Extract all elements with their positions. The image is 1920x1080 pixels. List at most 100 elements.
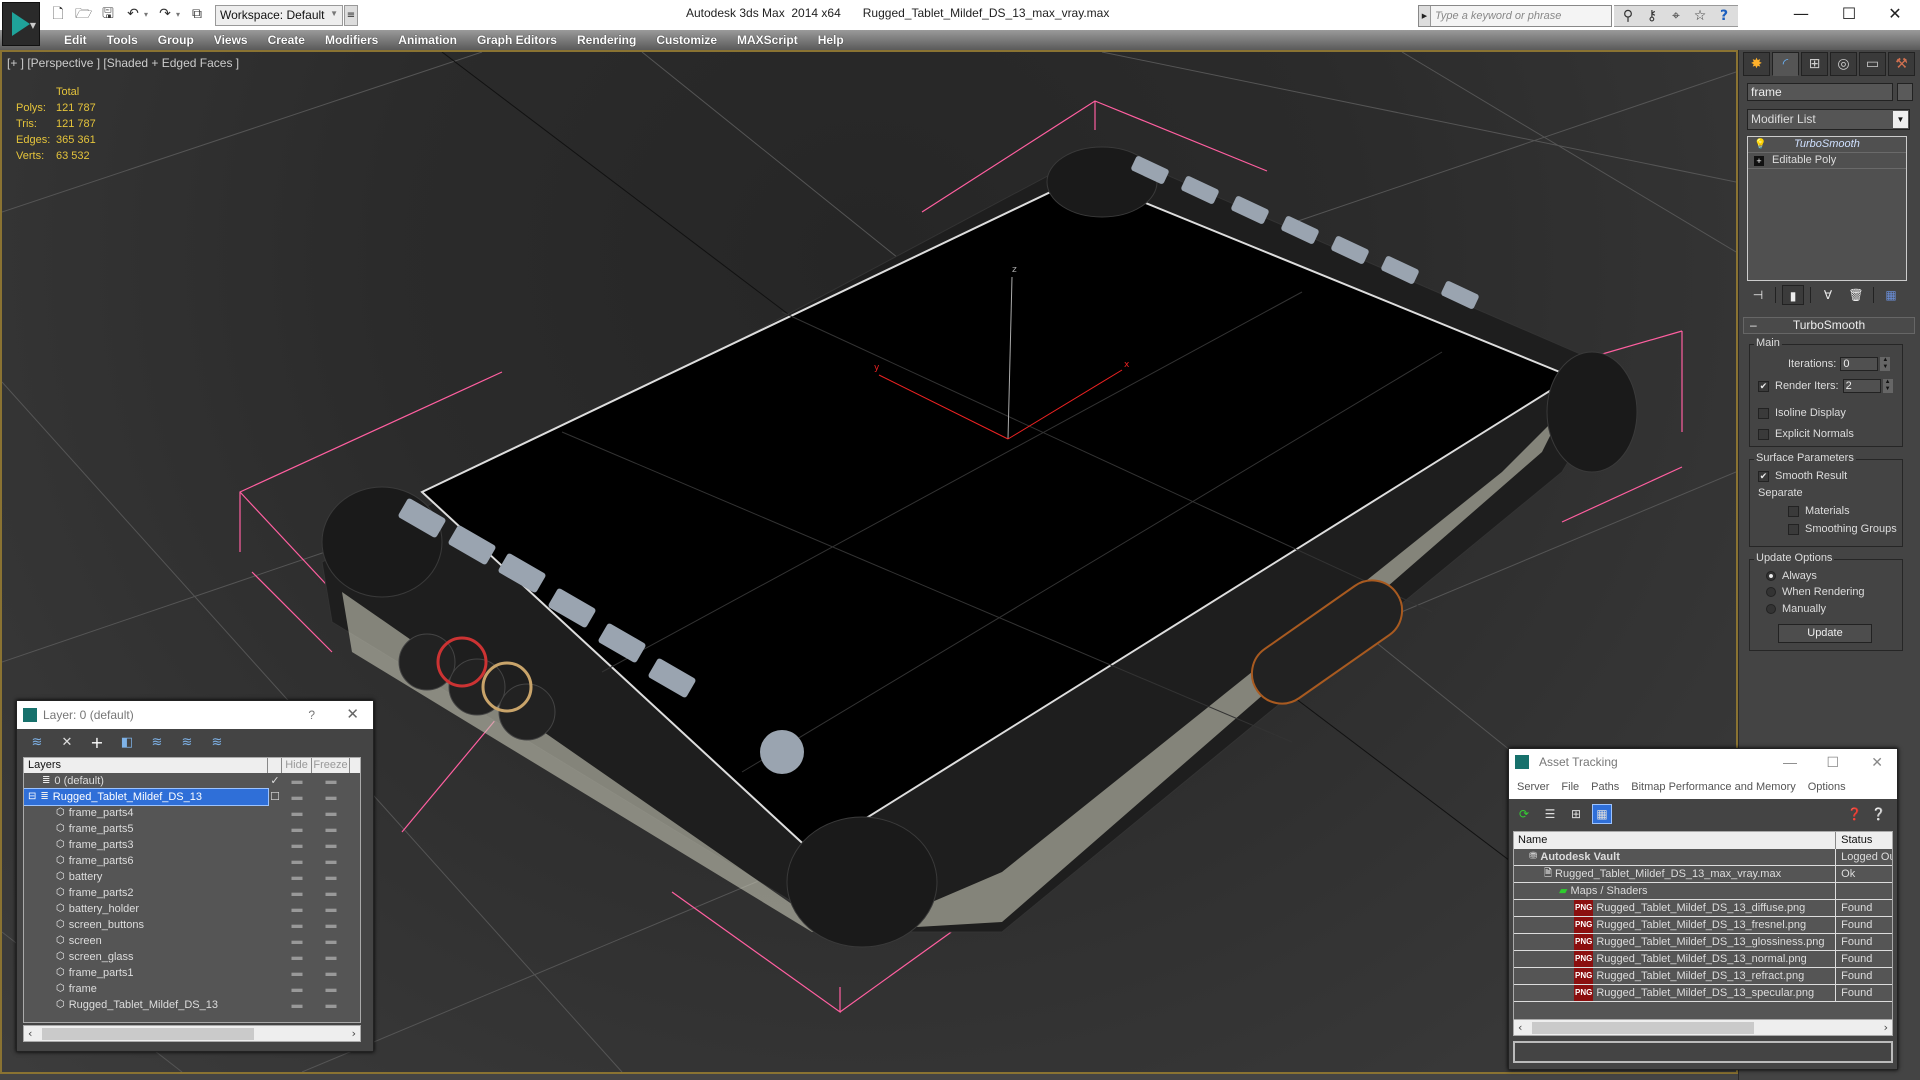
object-name-field[interactable]: frame <box>1747 83 1893 101</box>
hide-freeze-all-icon[interactable]: ≋ <box>207 733 227 753</box>
layer-name-cell[interactable]: ≣ 0 (default) <box>24 773 268 789</box>
show-end-result-icon[interactable]: ▮ <box>1782 285 1804 305</box>
select-layer-icon[interactable]: ≋ <box>147 733 167 753</box>
iterations-spinner[interactable]: 0 <box>1840 357 1879 371</box>
hide-toggle[interactable]: ▬ <box>282 917 312 933</box>
layer-row[interactable]: ⬡ Rugged_Tablet_Mildef_DS_13 ▬ ▬ <box>24 997 360 1013</box>
hide-toggle[interactable]: ▬ <box>282 949 312 965</box>
modify-tab[interactable]: ◜ <box>1772 52 1799 76</box>
asset-row[interactable]: PNG Rugged_Tablet_Mildef_DS_13_glossiness… <box>1514 934 1892 951</box>
scroll-thumb[interactable] <box>42 1028 254 1040</box>
tablet-model[interactable] <box>321 146 1638 948</box>
motion-tab[interactable]: ◎ <box>1830 52 1857 76</box>
freeze-toggle[interactable]: ▬ <box>312 981 350 997</box>
layer-row[interactable]: ⊟ ≣ Rugged_Tablet_Mildef_DS_13 ☐ ▬ ▬ <box>24 788 360 806</box>
hide-toggle[interactable]: ▬ <box>282 885 312 901</box>
layer-name-cell[interactable]: ⬡ frame_parts1 <box>24 965 268 981</box>
freeze-toggle[interactable]: ▬ <box>312 917 350 933</box>
isoline-display-checkbox[interactable] <box>1758 407 1769 419</box>
freeze-toggle[interactable]: ▬ <box>312 885 350 901</box>
maximize-button[interactable]: ☐ <box>1826 749 1839 775</box>
customize-toolbar-button[interactable]: ≡ <box>344 5 358 26</box>
freeze-toggle[interactable]: ▬ <box>312 789 350 805</box>
freeze-toggle[interactable]: ▬ <box>312 965 350 981</box>
menu-modifiers[interactable]: Modifiers <box>315 30 388 50</box>
layer-row[interactable]: ⬡ screen_buttons ▬ ▬ <box>24 917 360 933</box>
make-unique-icon[interactable]: ∀ <box>1817 285 1839 305</box>
maximize-button[interactable]: ☐ <box>1826 2 1872 26</box>
layer-row[interactable]: ⬡ frame ▬ ▬ <box>24 981 360 997</box>
column-current[interactable] <box>268 758 282 773</box>
layer-name-cell[interactable]: ⬡ battery <box>24 869 268 885</box>
star-icon[interactable]: ☆ <box>1692 8 1708 24</box>
when-rendering-radio[interactable] <box>1766 587 1776 597</box>
layer-name-cell[interactable]: ⬡ frame_parts5 <box>24 821 268 837</box>
hide-toggle[interactable]: ▬ <box>282 773 312 789</box>
render-iters-spinner[interactable]: 2 <box>1842 379 1881 393</box>
column-freeze[interactable]: Freeze <box>312 758 350 773</box>
hide-toggle[interactable]: ▬ <box>282 789 312 805</box>
asset-row[interactable]: PNG Rugged_Tablet_Mildef_DS_13_refract.pn… <box>1514 968 1892 985</box>
hierarchy-tab[interactable]: ⊞ <box>1801 52 1828 76</box>
scroll-right-icon[interactable]: › <box>352 1026 356 1041</box>
close-button[interactable]: ✕ <box>346 701 359 729</box>
manually-radio[interactable] <box>1766 604 1776 614</box>
list-view-icon[interactable]: ☰ <box>1541 805 1559 823</box>
column-layers[interactable]: Layers <box>24 758 268 773</box>
asset-row[interactable]: PNG Rugged_Tablet_Mildef_DS_13_fresnel.pn… <box>1514 917 1892 934</box>
rollout-header[interactable]: – TurboSmooth <box>1743 317 1915 334</box>
remove-modifier-icon[interactable]: 🗑 <box>1845 285 1867 305</box>
column-hide[interactable]: Hide <box>282 758 312 773</box>
layer-row[interactable]: ⬡ frame_parts2 ▬ ▬ <box>24 885 360 901</box>
freeze-toggle[interactable]: ▬ <box>312 821 350 837</box>
asset-row[interactable]: ▰ Maps / Shaders <box>1514 883 1892 900</box>
redo-dropdown-icon[interactable]: ▾ <box>176 10 180 19</box>
add-to-layer-icon[interactable]: + <box>87 733 107 753</box>
freeze-toggle[interactable]: ▬ <box>312 869 350 885</box>
layer-row[interactable]: ⬡ screen_glass ▬ ▬ <box>24 949 360 965</box>
configure-modifier-sets-icon[interactable]: ▦ <box>1880 285 1902 305</box>
redo-icon[interactable]: ↷ <box>157 6 173 22</box>
lightbulb-icon[interactable]: 💡 <box>1754 137 1768 152</box>
column-name[interactable]: Name <box>1514 832 1837 849</box>
menu-create[interactable]: Create <box>258 30 315 50</box>
menu-views[interactable]: Views <box>204 30 258 50</box>
refresh-icon[interactable]: ⟳ <box>1515 805 1533 823</box>
layer-row[interactable]: ⬡ frame_parts1 ▬ ▬ <box>24 965 360 981</box>
layer-row[interactable]: ≣ 0 (default) ✓ ▬ ▬ <box>24 773 360 789</box>
scroll-left-icon[interactable]: ‹ <box>1518 1020 1522 1035</box>
freeze-toggle[interactable]: ▬ <box>312 837 350 853</box>
undo-icon[interactable]: ↶ <box>125 6 141 22</box>
display-tab[interactable]: ▭ <box>1859 52 1886 76</box>
menu-group[interactable]: Group <box>148 30 204 50</box>
scroll-thumb[interactable] <box>1532 1022 1754 1034</box>
layer-name-cell[interactable]: ⬡ screen_buttons <box>24 917 268 933</box>
layer-name-cell[interactable]: ⬡ frame_parts3 <box>24 837 268 853</box>
scroll-right-icon[interactable]: › <box>1884 1020 1888 1035</box>
select-objects-icon[interactable]: ◧ <box>117 733 137 753</box>
freeze-toggle[interactable]: ▬ <box>312 949 350 965</box>
help-icon[interactable]: ? <box>1716 8 1732 24</box>
layer-name-cell[interactable]: ⬡ frame_parts4 <box>24 805 268 821</box>
layer-row[interactable]: ⬡ battery ▬ ▬ <box>24 869 360 885</box>
freeze-toggle[interactable]: ▬ <box>312 853 350 869</box>
menu-graph-editors[interactable]: Graph Editors <box>467 30 567 50</box>
menu-edit[interactable]: Edit <box>54 30 97 50</box>
undo-dropdown-icon[interactable]: ▾ <box>144 10 148 19</box>
menu-rendering[interactable]: Rendering <box>567 30 646 50</box>
workspace-select[interactable]: Workspace: Default ▼ <box>215 5 343 26</box>
layer-row[interactable]: ⬡ frame_parts4 ▬ ▬ <box>24 805 360 821</box>
dialog-title-bar[interactable]: Asset Tracking — ☐ ✕ <box>1509 749 1897 775</box>
collapse-icon[interactable]: ⊟ <box>28 789 36 805</box>
modifier-list-dropdown[interactable]: Modifier List ▼ <box>1747 109 1910 130</box>
hide-toggle[interactable]: ▬ <box>282 869 312 885</box>
layer-name-cell[interactable]: ⬡ battery_holder <box>24 901 268 917</box>
asset-row[interactable]: PNG Rugged_Tablet_Mildef_DS_13_specular.p… <box>1514 985 1892 1002</box>
minimize-button[interactable]: — <box>1783 749 1797 775</box>
asset-row[interactable]: ⛃Autodesk Vault Logged Out <box>1514 849 1892 866</box>
create-tab[interactable]: ✸ <box>1743 52 1770 76</box>
tree-view-icon[interactable]: ⊞ <box>1567 805 1585 823</box>
freeze-toggle[interactable]: ▬ <box>312 997 350 1013</box>
hide-toggle[interactable]: ▬ <box>282 997 312 1013</box>
hide-toggle[interactable]: ▬ <box>282 981 312 997</box>
